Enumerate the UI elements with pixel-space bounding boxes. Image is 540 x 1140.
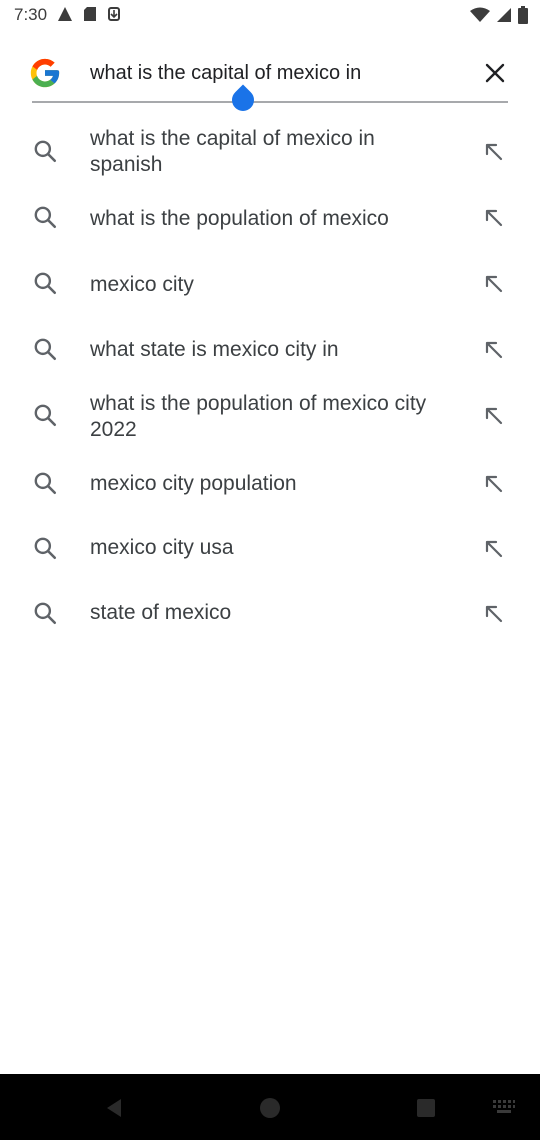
search-input[interactable]: [90, 58, 450, 88]
suggestion-text: mexico city: [90, 272, 460, 298]
fill-query-button[interactable]: [480, 402, 508, 430]
suggestion-line: what is the population of mexico city: [90, 392, 427, 415]
suggestion-text: mexico city population: [90, 471, 460, 497]
status-bar: 7:30: [0, 0, 540, 32]
status-right-icons: [470, 6, 528, 24]
fill-query-button[interactable]: [480, 535, 508, 563]
alert-icon: [58, 7, 72, 21]
battery-icon: [518, 6, 528, 24]
navigation-bar: [0, 1074, 540, 1140]
search-icon: [34, 206, 57, 229]
suggestion-line: 2022: [90, 418, 137, 441]
status-left-icons: [57, 6, 121, 22]
arrow-up-left-icon: [485, 475, 503, 493]
suggestion-item[interactable]: mexico city usa: [0, 532, 540, 572]
suggestion-item[interactable]: what is the capital of mexico in spanish: [0, 120, 540, 184]
fill-query-button[interactable]: [480, 600, 508, 628]
suggestion-line: state of mexico: [90, 601, 232, 624]
arrow-up-left-icon: [485, 407, 503, 425]
suggestion-item[interactable]: what state is mexico city in: [0, 332, 540, 372]
search-bar: [0, 46, 540, 116]
suggestion-line: what state is mexico city in: [90, 338, 339, 361]
suggestion-item[interactable]: state of mexico: [0, 598, 540, 638]
close-icon: [485, 63, 505, 83]
fill-query-button[interactable]: [480, 470, 508, 498]
suggestion-text: what is the population of mexico city 20…: [90, 391, 460, 443]
arrow-up-left-icon: [485, 275, 503, 293]
fill-query-button[interactable]: [480, 270, 508, 298]
keyboard-icon[interactable]: [492, 1098, 516, 1116]
sd-card-icon: [84, 7, 96, 21]
search-icon: [34, 602, 57, 625]
arrow-up-left-icon: [485, 540, 503, 558]
text-cursor-handle[interactable]: [227, 84, 259, 116]
suggestion-item[interactable]: what is the population of mexico: [0, 200, 540, 240]
search-icon: [34, 472, 57, 495]
suggestion-item[interactable]: what is the population of mexico city 20…: [0, 388, 540, 452]
fill-query-button[interactable]: [480, 204, 508, 232]
suggestion-line: what is the population of mexico: [90, 207, 389, 230]
signal-icon: [497, 8, 511, 22]
suggestion-item[interactable]: mexico city: [0, 266, 540, 306]
home-icon[interactable]: [258, 1096, 282, 1120]
suggestion-line: spanish: [90, 153, 163, 176]
search-underline: [32, 101, 508, 103]
arrow-up-left-icon: [485, 209, 503, 227]
search-icon: [34, 140, 57, 163]
recents-icon[interactable]: [416, 1098, 436, 1118]
search-icon: [34, 404, 57, 427]
search-icon: [34, 272, 57, 295]
suggestion-text: what is the capital of mexico in spanish: [90, 126, 460, 178]
suggestion-item[interactable]: mexico city population: [0, 466, 540, 506]
search-icon: [34, 338, 57, 361]
search-icon: [34, 537, 57, 560]
google-logo-icon: [30, 58, 60, 88]
back-icon[interactable]: [102, 1096, 126, 1120]
fill-query-button[interactable]: [480, 138, 508, 166]
wifi-icon: [470, 7, 490, 22]
suggestion-text: what state is mexico city in: [90, 337, 460, 363]
clear-button[interactable]: [480, 58, 510, 88]
status-time: 7:30: [14, 5, 48, 24]
arrow-up-left-icon: [485, 605, 503, 623]
suggestion-text: what is the population of mexico: [90, 206, 460, 232]
fill-query-button[interactable]: [480, 336, 508, 364]
download-icon: [108, 7, 120, 21]
suggestion-text: mexico city usa: [90, 535, 460, 561]
arrow-up-left-icon: [485, 341, 503, 359]
suggestion-line: mexico city: [90, 273, 194, 296]
suggestion-text: state of mexico: [90, 600, 460, 626]
suggestion-line: mexico city population: [90, 472, 297, 495]
suggestion-line: mexico city usa: [90, 536, 234, 559]
suggestion-line: what is the capital of mexico in: [90, 127, 375, 150]
arrow-up-left-icon: [485, 143, 503, 161]
